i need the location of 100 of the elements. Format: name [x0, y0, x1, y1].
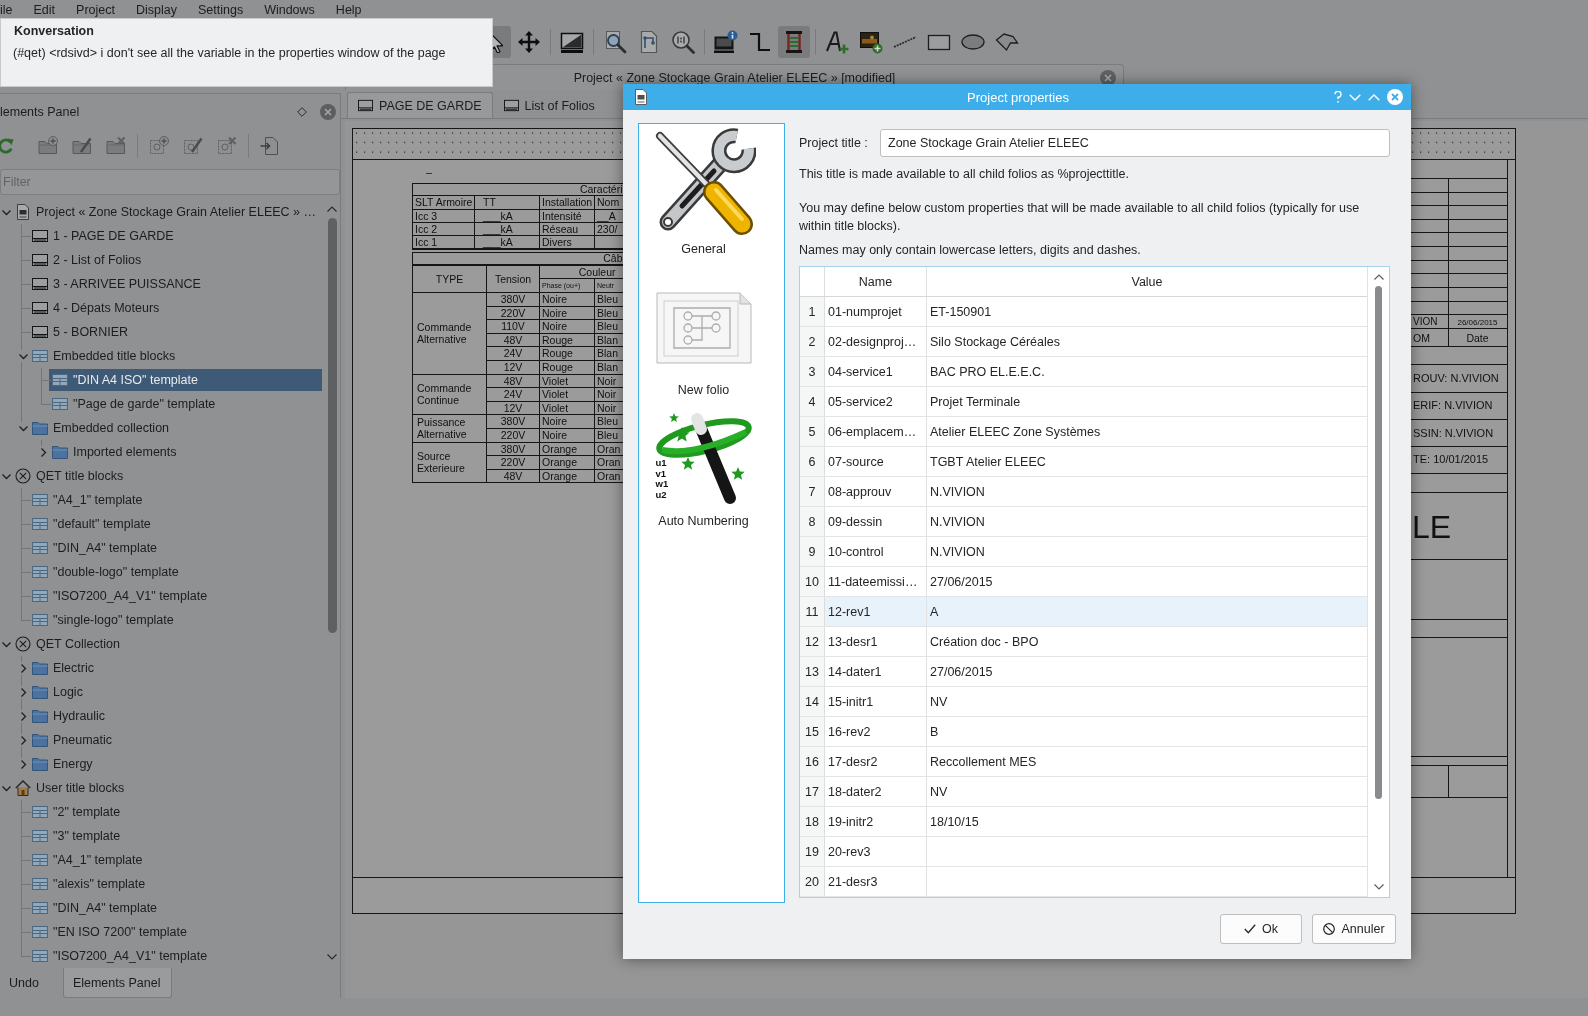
menu-item[interactable]: Settings: [197, 1, 244, 19]
table-cell[interactable]: 01-numprojet: [825, 297, 927, 326]
diamond-icon[interactable]: [297, 107, 307, 117]
chevron-right-icon[interactable]: [18, 735, 28, 745]
tree-item[interactable]: 4 - Dépats Moteurs: [29, 297, 166, 319]
table-cell[interactable]: 10-control: [825, 537, 927, 566]
cancel-button[interactable]: Annuler: [1312, 914, 1396, 944]
terminal-tool-button[interactable]: [778, 26, 810, 58]
table-cell[interactable]: 05-service2: [825, 387, 927, 416]
table-row[interactable]: 9 10-control N.VIVION: [800, 537, 1367, 567]
table-cell[interactable]: 18-dater2: [825, 777, 927, 806]
page-list-item[interactable]: u1 v1 w1 u2 Auto Numbering: [653, 410, 754, 529]
table-row[interactable]: 17 18-dater2 NV: [800, 777, 1367, 807]
tree-item[interactable]: QET title blocks: [12, 465, 130, 487]
tree-item[interactable]: Pneumatic: [29, 729, 119, 751]
menu-item[interactable]: Help: [335, 1, 362, 19]
tree-item[interactable]: "3" template: [29, 825, 127, 847]
table-cell[interactable]: Projet Terminale: [927, 387, 1367, 416]
tree-item[interactable]: "ISO7200_A4_V1" template: [29, 945, 214, 967]
table-row[interactable]: 6 07-source TGBT Atelier ELEEC: [800, 447, 1367, 477]
ok-button[interactable]: Ok: [1220, 914, 1302, 944]
tree-item[interactable]: "default" template: [29, 513, 157, 535]
tree-item[interactable]: "DIN_A4" template: [29, 537, 164, 559]
table-cell[interactable]: N.VIVION: [927, 507, 1367, 536]
table-row[interactable]: 8 09-dessin N.VIVION: [800, 507, 1367, 537]
close-icon[interactable]: [1100, 69, 1116, 86]
table-row[interactable]: 4 05-service2 Projet Terminale: [800, 387, 1367, 417]
table-row[interactable]: 18 19-initr2 18/10/15: [800, 807, 1367, 837]
table-row[interactable]: 11 12-rev1 A: [800, 597, 1367, 627]
table-cell[interactable]: 20-rev3: [825, 837, 927, 866]
tree-item[interactable]: 2 - List of Folios: [29, 249, 148, 271]
tree-item[interactable]: "DIN A4 ISO" template: [49, 369, 322, 391]
scrollbar-thumb[interactable]: [327, 218, 337, 633]
table-row[interactable]: 13 14-dater1 27/06/2015: [800, 657, 1367, 687]
tree-item[interactable]: "A4_1" template: [29, 849, 149, 871]
chevron-down-icon[interactable]: [1, 207, 11, 217]
tree-item[interactable]: "Page de garde" template: [49, 393, 222, 415]
table-cell[interactable]: NV: [927, 777, 1367, 806]
tree-item[interactable]: Electric: [29, 657, 100, 679]
tree-item[interactable]: "single-logo" template: [29, 609, 180, 631]
tree-item[interactable]: 1 - PAGE DE GARDE: [29, 225, 180, 247]
table-cell[interactable]: A: [927, 597, 1367, 626]
table-row[interactable]: 2 02-designproj… Silo Stockage Céréales: [800, 327, 1367, 357]
page-list-item[interactable]: General: [651, 128, 756, 257]
table-cell[interactable]: 19-initr2: [825, 807, 927, 836]
tree-item[interactable]: 5 - BORNIER: [29, 321, 134, 343]
tree-item[interactable]: Embedded collection: [29, 417, 176, 439]
table-row[interactable]: 3 04-service1 BAC PRO EL.E.E.C.: [800, 357, 1367, 387]
table-row[interactable]: 19 20-rev3: [800, 837, 1367, 867]
table-cell[interactable]: 21-desr3: [825, 867, 927, 896]
table-cell[interactable]: 11-dateemissi…: [825, 567, 927, 596]
table-cell[interactable]: 18/10/15: [927, 807, 1367, 836]
menu-item[interactable]: Project: [76, 1, 115, 19]
chevron-right-icon[interactable]: [18, 711, 28, 721]
project-title-field[interactable]: Zone Stockage Grain Atelier ELEEC: [880, 129, 1390, 157]
table-row[interactable]: 15 16-rev2 B: [800, 717, 1367, 747]
tree-item[interactable]: "ISO7200_A4_V1" template: [29, 585, 214, 607]
tree-item[interactable]: Imported elements: [49, 441, 183, 463]
tree-item[interactable]: Energy: [29, 753, 99, 775]
close-icon[interactable]: [320, 104, 336, 120]
chevron-right-icon[interactable]: [38, 447, 48, 457]
table-cell[interactable]: ET-150901: [927, 297, 1367, 326]
table-cell[interactable]: N.VIVION: [927, 477, 1367, 506]
table-cell[interactable]: NV: [927, 687, 1367, 716]
tree-item[interactable]: Hydraulic: [29, 705, 112, 727]
chevron-right-icon[interactable]: [18, 663, 28, 673]
table-cell[interactable]: Silo Stockage Céréales: [927, 327, 1367, 356]
table-cell[interactable]: 02-designproj…: [825, 327, 927, 356]
table-cell[interactable]: 27/06/2015: [927, 657, 1367, 686]
table-row[interactable]: 14 15-initr1 NV: [800, 687, 1367, 717]
chevron-right-icon[interactable]: [18, 759, 28, 769]
tree-item[interactable]: "DIN_A4" template: [29, 897, 164, 919]
table-cell[interactable]: 17-desr2: [825, 747, 927, 776]
table-row[interactable]: 20 21-desr3: [800, 867, 1367, 897]
menu-item[interactable]: Display: [135, 1, 177, 19]
table-cell[interactable]: B: [927, 717, 1367, 746]
chevron-down-icon[interactable]: [1, 639, 11, 649]
table-row[interactable]: 5 06-emplacem… Atelier ELEEC Zone Systèmes: [800, 417, 1367, 447]
table-cell[interactable]: TGBT Atelier ELEEC: [927, 447, 1367, 476]
panel-tab[interactable]: Elements Panel: [62, 968, 173, 998]
table-cell[interactable]: Reccollement MES: [927, 747, 1367, 776]
tree-item[interactable]: User title blocks: [12, 777, 131, 799]
chevron-down-icon[interactable]: [1, 471, 11, 481]
table-row[interactable]: 16 17-desr2 Reccollement MES: [800, 747, 1367, 777]
table-cell[interactable]: 14-dater1: [825, 657, 927, 686]
table-cell[interactable]: 27/06/2015: [927, 567, 1367, 596]
folio-tab[interactable]: List of Folios: [492, 92, 606, 118]
table-cell[interactable]: Atelier ELEEC Zone Systèmes: [927, 417, 1367, 446]
table-cell[interactable]: Création doc - BPO: [927, 627, 1367, 656]
table-cell[interactable]: 06-emplacem…: [825, 417, 927, 446]
tree-item[interactable]: "double-logo" template: [29, 561, 185, 583]
tree-item[interactable]: 3 - ARRIVEE PUISSANCE: [29, 273, 207, 295]
table-cell[interactable]: 15-initr1: [825, 687, 927, 716]
page-list-item[interactable]: New folio: [655, 292, 752, 398]
chevron-down-icon[interactable]: [1373, 884, 1384, 890]
panel-tab[interactable]: Undo: [0, 968, 50, 998]
column-header[interactable]: Name: [825, 267, 927, 296]
table-cell[interactable]: BAC PRO EL.E.E.C.: [927, 357, 1367, 386]
table-row[interactable]: 7 08-approuv N.VIVION: [800, 477, 1367, 507]
folio-tab[interactable]: PAGE DE GARDE: [347, 92, 493, 118]
